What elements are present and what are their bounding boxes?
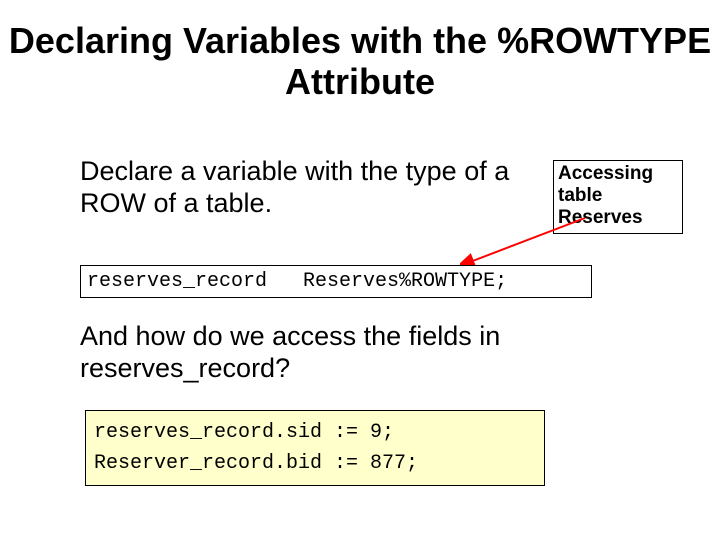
code-line: reserves_record.sid := 9; <box>94 421 394 444</box>
callout-line: Reserves <box>558 207 678 229</box>
intro-text: Declare a variable with the type of a RO… <box>80 155 550 220</box>
callout-line: Accessing <box>558 163 678 185</box>
code-access: reserves_record.sid := 9; Reserver_recor… <box>85 410 545 486</box>
slide-title: Declaring Variables with the %ROWTYPE At… <box>0 20 720 103</box>
code-declaration: reserves_record Reserves%ROWTYPE; <box>80 265 592 298</box>
callout-line: table <box>558 185 678 207</box>
question-text: And how do we access the fields in reser… <box>80 320 600 385</box>
callout-box: Accessing table Reserves <box>553 160 683 234</box>
slide: Declaring Variables with the %ROWTYPE At… <box>0 0 720 540</box>
code-line: Reserver_record.bid := 877; <box>94 452 418 475</box>
